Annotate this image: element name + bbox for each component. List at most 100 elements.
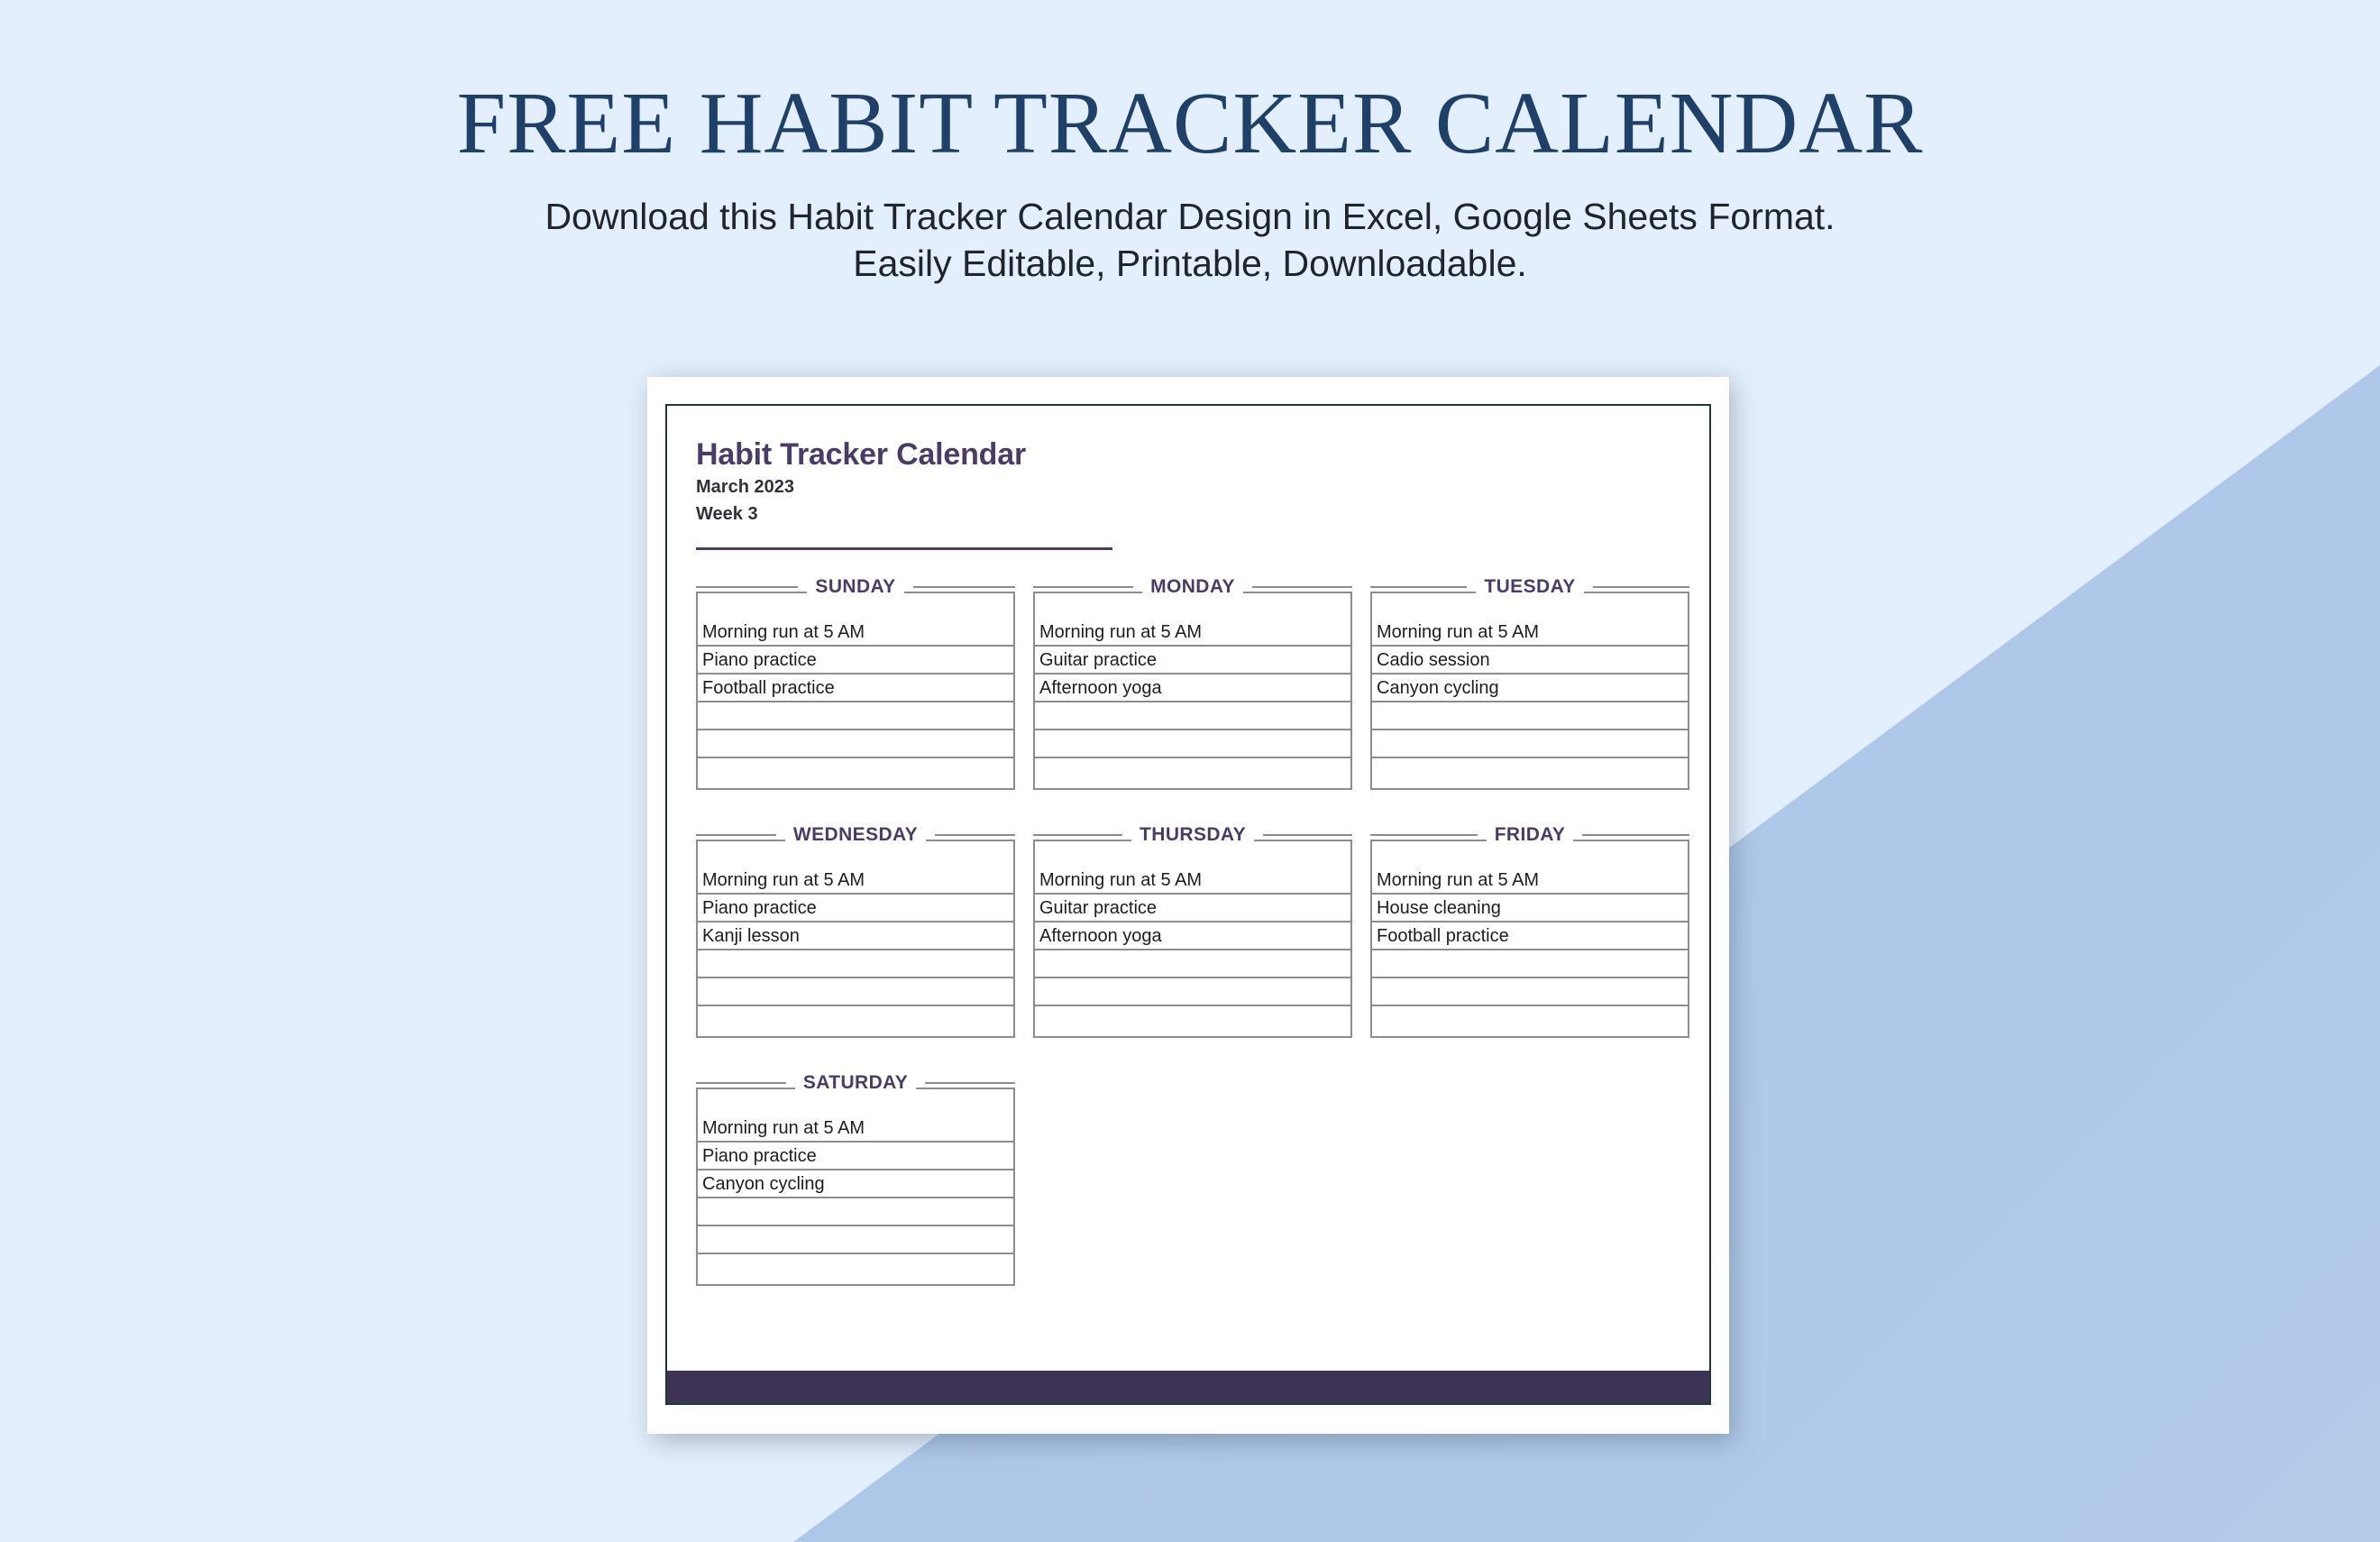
document-month: March 2023	[696, 477, 794, 498]
entry-row[interactable]: Canyon cycling	[698, 1170, 1013, 1198]
entry-row[interactable]	[698, 758, 1013, 788]
entry-row[interactable]	[698, 1198, 1013, 1226]
day-header-rule-left	[1033, 585, 1134, 588]
entry-row[interactable]: Canyon cycling	[1372, 675, 1688, 702]
day-header-rule-left	[696, 1081, 786, 1084]
entry-row[interactable]	[1372, 758, 1688, 788]
day-header-rule-right	[935, 833, 1015, 836]
day-entries-thursday: Morning run at 5 AM Guitar practice Afte…	[1033, 840, 1352, 1038]
day-header-thursday: THURSDAY	[1033, 825, 1353, 844]
day-header-tuesday: TUESDAY	[1370, 577, 1689, 596]
entry-row[interactable]	[1372, 978, 1688, 1006]
entry-row[interactable]: Morning run at 5 AM	[698, 1089, 1013, 1143]
entry-row[interactable]	[1035, 950, 1350, 978]
day-header-rule-right	[1262, 833, 1353, 836]
entry-row[interactable]	[1035, 978, 1350, 1006]
day-header-rule-left	[696, 585, 799, 588]
entry-row[interactable]: Football practice	[698, 675, 1013, 702]
day-header-monday: MONDAY	[1033, 577, 1352, 596]
promo-subline-2: Easily Editable, Printable, Downloadable…	[853, 243, 1527, 285]
entry-row[interactable]: Morning run at 5 AM	[1372, 593, 1688, 647]
footer-bar	[667, 1371, 1709, 1403]
day-entries-friday: Morning run at 5 AM House cleaning Footb…	[1370, 840, 1689, 1038]
day-entries-saturday: Morning run at 5 AM Piano practice Canyo…	[696, 1088, 1015, 1286]
day-header-saturday: SATURDAY	[696, 1073, 1016, 1092]
entry-row[interactable]	[1035, 1006, 1350, 1036]
day-name-sunday: SUNDAY	[807, 577, 904, 596]
day-name-monday: MONDAY	[1142, 577, 1243, 596]
entry-row[interactable]	[1035, 758, 1350, 788]
entry-row[interactable]: Piano practice	[698, 647, 1013, 675]
day-header-rule-right	[925, 1081, 1016, 1084]
day-header-rule-left	[1370, 585, 1468, 588]
week-grid-row-2: WEDNESDAY Morning run at 5 AM Piano prac…	[696, 825, 1690, 1038]
day-header-rule-right	[1582, 833, 1690, 836]
entry-row[interactable]	[698, 730, 1013, 758]
document-header: Habit Tracker Calendar March 2023 Week 3	[696, 437, 1147, 551]
grid-spacer	[1033, 1088, 1352, 1286]
day-column-sunday: SUNDAY Morning run at 5 AM Piano practic…	[696, 577, 1015, 790]
day-name-friday: FRIDAY	[1486, 825, 1574, 844]
day-column-friday: FRIDAY Morning run at 5 AM House cleanin…	[1370, 825, 1690, 1038]
entry-row[interactable]: Piano practice	[698, 895, 1013, 922]
entry-row[interactable]	[1372, 702, 1688, 730]
day-column-thursday: THURSDAY Morning run at 5 AM Guitar prac…	[1033, 825, 1353, 1038]
week-grid: SUNDAY Morning run at 5 AM Piano practic…	[696, 577, 1690, 1335]
entry-row[interactable]: House cleaning	[1372, 895, 1688, 922]
promo-headline: FREE HABIT TRACKER CALENDAR	[456, 75, 1924, 172]
day-header-rule-left	[696, 833, 776, 836]
entry-row[interactable]: Afternoon yoga	[1035, 922, 1350, 950]
entry-row[interactable]: Cadio session	[1372, 647, 1688, 675]
entry-row[interactable]: Afternoon yoga	[1035, 675, 1350, 702]
entry-row[interactable]	[1372, 730, 1688, 758]
document-header-rule	[696, 547, 1112, 551]
entry-row[interactable]: Morning run at 5 AM	[698, 841, 1013, 895]
entry-row[interactable]: Guitar practice	[1035, 647, 1350, 675]
entry-row[interactable]	[1372, 1006, 1688, 1036]
day-name-wednesday: WEDNESDAY	[784, 825, 927, 844]
day-header-rule-right	[1592, 585, 1689, 588]
day-header-rule-right	[912, 585, 1015, 588]
entry-row[interactable]: Morning run at 5 AM	[1372, 841, 1688, 895]
day-name-thursday: THURSDAY	[1131, 825, 1254, 844]
entry-row[interactable]	[698, 978, 1013, 1006]
entry-row[interactable]	[698, 1006, 1013, 1036]
week-grid-row-3: SATURDAY Morning run at 5 AM Piano pract…	[696, 1073, 1689, 1286]
entry-row[interactable]: Piano practice	[698, 1143, 1013, 1170]
day-entries-sunday: Morning run at 5 AM Piano practice Footb…	[696, 592, 1015, 790]
day-name-saturday: SATURDAY	[794, 1073, 917, 1092]
entry-row[interactable]: Morning run at 5 AM	[698, 593, 1013, 647]
entry-row[interactable]: Morning run at 5 AM	[1035, 593, 1350, 647]
day-column-monday: MONDAY Morning run at 5 AM Guitar practi…	[1033, 577, 1352, 790]
document-page: Habit Tracker Calendar March 2023 Week 3…	[647, 377, 1729, 1434]
entry-row[interactable]: Guitar practice	[1035, 895, 1350, 922]
day-header-friday: FRIDAY	[1370, 825, 1690, 844]
document-title: Habit Tracker Calendar	[696, 437, 1026, 472]
entry-row[interactable]	[698, 950, 1013, 978]
entry-row[interactable]: Morning run at 5 AM	[1035, 841, 1350, 895]
entry-row[interactable]: Football practice	[1372, 922, 1688, 950]
day-column-wednesday: WEDNESDAY Morning run at 5 AM Piano prac…	[696, 825, 1015, 1038]
day-entries-wednesday: Morning run at 5 AM Piano practice Kanji…	[696, 840, 1015, 1038]
day-name-tuesday: TUESDAY	[1476, 577, 1584, 596]
day-column-tuesday: TUESDAY Morning run at 5 AM Cadio sessio…	[1370, 577, 1689, 790]
day-header-sunday: SUNDAY	[696, 577, 1015, 596]
entry-row[interactable]	[1035, 730, 1350, 758]
entry-row[interactable]	[698, 1226, 1013, 1254]
week-grid-row-1: SUNDAY Morning run at 5 AM Piano practic…	[696, 577, 1689, 790]
entry-row[interactable]	[1372, 950, 1688, 978]
day-header-rule-left	[1370, 833, 1478, 836]
document-week: Week 3	[696, 503, 758, 524]
day-header-wednesday: WEDNESDAY	[696, 825, 1015, 844]
day-column-saturday: SATURDAY Morning run at 5 AM Piano pract…	[696, 1073, 1016, 1286]
day-entries-tuesday: Morning run at 5 AM Cadio session Canyon…	[1370, 592, 1689, 790]
day-header-rule-right	[1251, 585, 1352, 588]
entry-row[interactable]	[698, 1254, 1013, 1284]
entry-row[interactable]	[1035, 702, 1350, 730]
day-entries-monday: Morning run at 5 AM Guitar practice Afte…	[1033, 592, 1352, 790]
entry-row[interactable]	[698, 702, 1013, 730]
promo-header: FREE HABIT TRACKER CALENDAR Download thi…	[0, 79, 2380, 288]
entry-row[interactable]: Kanji lesson	[698, 922, 1013, 950]
promo-subline-1: Download this Habit Tracker Calendar Des…	[545, 196, 1835, 237]
day-header-rule-left	[1033, 833, 1123, 836]
